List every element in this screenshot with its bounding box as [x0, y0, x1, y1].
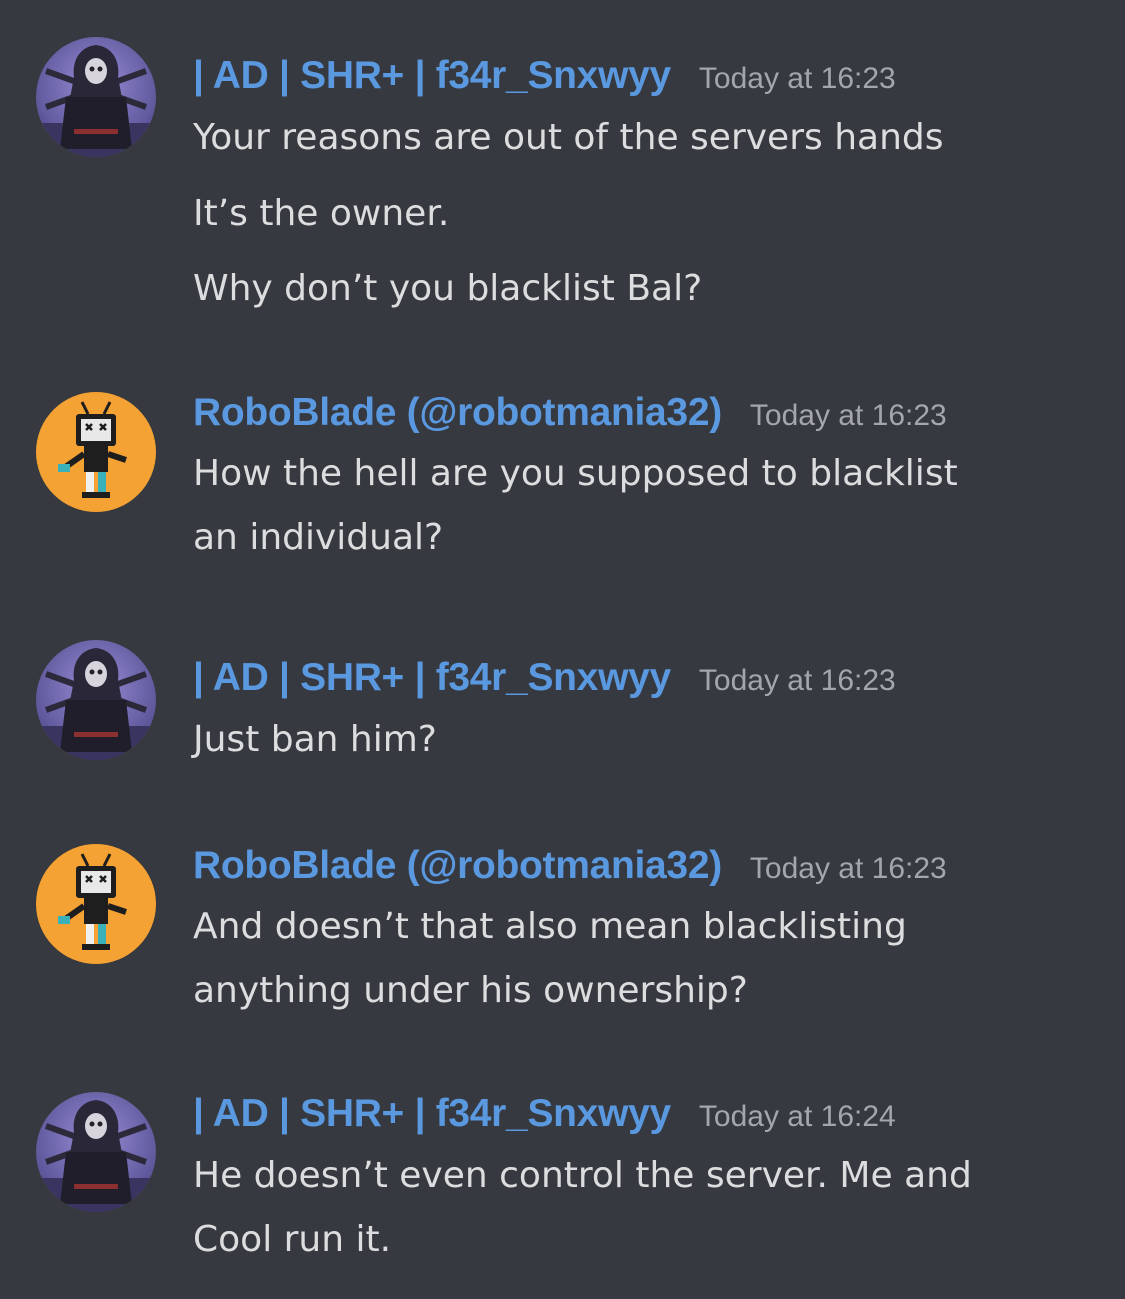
message-header: | AD | SHR+ | f34r_Snxwyy Today at 16:23	[193, 656, 896, 700]
message-text: anything under his ownership?	[193, 970, 748, 1011]
message-text: Your reasons are out of the servers hand…	[193, 117, 944, 158]
message-text: Just ban him?	[193, 719, 437, 760]
message-header: | AD | SHR+ | f34r_Snxwyy Today at 16:24	[193, 1092, 896, 1136]
hooded-reaper-avatar[interactable]	[36, 37, 156, 157]
timestamp[interactable]: Today at 16:23	[699, 62, 896, 96]
message-text: Why don’t you blacklist Bal?	[193, 268, 703, 309]
message-text: How the hell are you supposed to blackli…	[193, 453, 958, 494]
username[interactable]: | AD | SHR+ | f34r_Snxwyy	[193, 656, 671, 700]
hooded-reaper-avatar[interactable]	[36, 640, 156, 760]
tv-head-robot-avatar[interactable]	[36, 392, 156, 512]
message-header: | AD | SHR+ | f34r_Snxwyy Today at 16:23	[193, 54, 896, 98]
hooded-reaper-avatar[interactable]	[36, 1092, 156, 1212]
username[interactable]: RoboBlade (@robotmania32)	[193, 844, 722, 888]
message-text: He doesn’t even control the server. Me a…	[193, 1155, 972, 1196]
message-header: RoboBlade (@robotmania32) Today at 16:23	[193, 391, 947, 435]
tv-head-robot-avatar[interactable]	[36, 844, 156, 964]
timestamp[interactable]: Today at 16:23	[750, 852, 947, 886]
message-text: an individual?	[193, 517, 444, 558]
message-header: RoboBlade (@robotmania32) Today at 16:23	[193, 844, 947, 888]
timestamp[interactable]: Today at 16:23	[750, 399, 947, 433]
username[interactable]: | AD | SHR+ | f34r_Snxwyy	[193, 54, 671, 98]
username[interactable]: | AD | SHR+ | f34r_Snxwyy	[193, 1092, 671, 1136]
chat-messages: | AD | SHR+ | f34r_Snxwyy Today at 16:23…	[0, 0, 1125, 1299]
username[interactable]: RoboBlade (@robotmania32)	[193, 391, 722, 435]
message-text: And doesn’t that also mean blacklisting	[193, 906, 907, 947]
timestamp[interactable]: Today at 16:23	[699, 664, 896, 698]
timestamp[interactable]: Today at 16:24	[699, 1100, 896, 1134]
message-text: It’s the owner.	[193, 193, 450, 234]
message-text: Cool run it.	[193, 1219, 392, 1260]
